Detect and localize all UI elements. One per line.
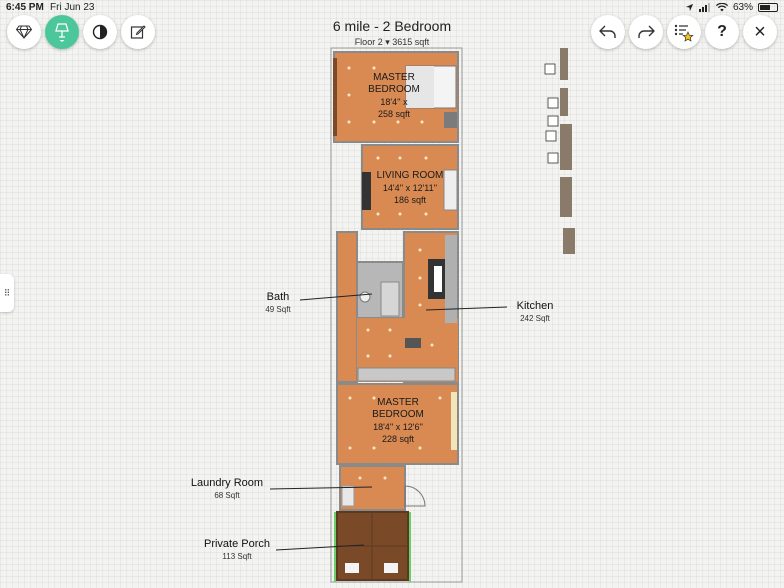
door-swing bbox=[404, 485, 426, 507]
chair-icon bbox=[345, 563, 359, 573]
bathtub-icon bbox=[380, 281, 400, 317]
callout-name: Laundry Room bbox=[190, 477, 264, 489]
callout-laundry: Laundry Room 68 Sqft bbox=[182, 477, 272, 500]
room-label-living: LIVING ROOM 14'4'' x 12'11'' 186 sqft bbox=[362, 170, 458, 206]
callout-name: Bath bbox=[266, 291, 290, 303]
room-area: 186 sqft bbox=[393, 195, 427, 205]
room-dims: 18'4'' x 12'6'' bbox=[373, 422, 423, 432]
counter-bottom bbox=[357, 367, 456, 382]
room-dims: 14'4'' x 12'11'' bbox=[382, 183, 438, 193]
callout-bath: Bath 49 Sqft bbox=[248, 291, 308, 314]
sink-icon bbox=[434, 266, 442, 292]
chair-icon bbox=[384, 563, 398, 573]
callout-name: Kitchen bbox=[516, 300, 554, 312]
callout-kitchen: Kitchen 242 Sqft bbox=[505, 300, 565, 323]
room-label-master-top: MASTER BEDROOM 18'4'' x 258 sqft bbox=[356, 72, 432, 120]
closet-icon bbox=[451, 392, 457, 450]
callout-name: Private Porch bbox=[203, 538, 271, 550]
floor-thumbnail-strip[interactable] bbox=[560, 48, 575, 254]
room-name: BEDROOM bbox=[368, 84, 420, 95]
room-label-master-bottom: MASTER BEDROOM 18'4'' x 12'6'' 228 sqft bbox=[356, 397, 440, 445]
room-name: BEDROOM bbox=[372, 409, 424, 420]
nightstand-icon bbox=[444, 112, 457, 128]
callout-size: 113 Sqft bbox=[222, 552, 252, 561]
window bbox=[333, 58, 337, 136]
room-dims: 18'4'' x bbox=[380, 97, 408, 107]
hallway[interactable] bbox=[336, 231, 358, 383]
callout-size: 242 Sqft bbox=[520, 314, 550, 323]
callout-size: 68 Sqft bbox=[214, 491, 240, 500]
room-name: MASTER bbox=[373, 72, 415, 83]
toilet-icon bbox=[359, 291, 371, 303]
room-area: 228 sqft bbox=[381, 434, 415, 444]
callout-porch: Private Porch 113 Sqft bbox=[195, 538, 279, 561]
washer-icon bbox=[341, 485, 355, 507]
room-area: 258 sqft bbox=[377, 109, 411, 119]
counter-icon bbox=[445, 235, 457, 323]
room-name: LIVING ROOM bbox=[376, 170, 444, 181]
callout-size: 49 Sqft bbox=[265, 305, 291, 314]
range-icon bbox=[405, 338, 421, 348]
room-name: MASTER bbox=[377, 397, 419, 408]
edit-icon[interactable] bbox=[544, 63, 559, 164]
